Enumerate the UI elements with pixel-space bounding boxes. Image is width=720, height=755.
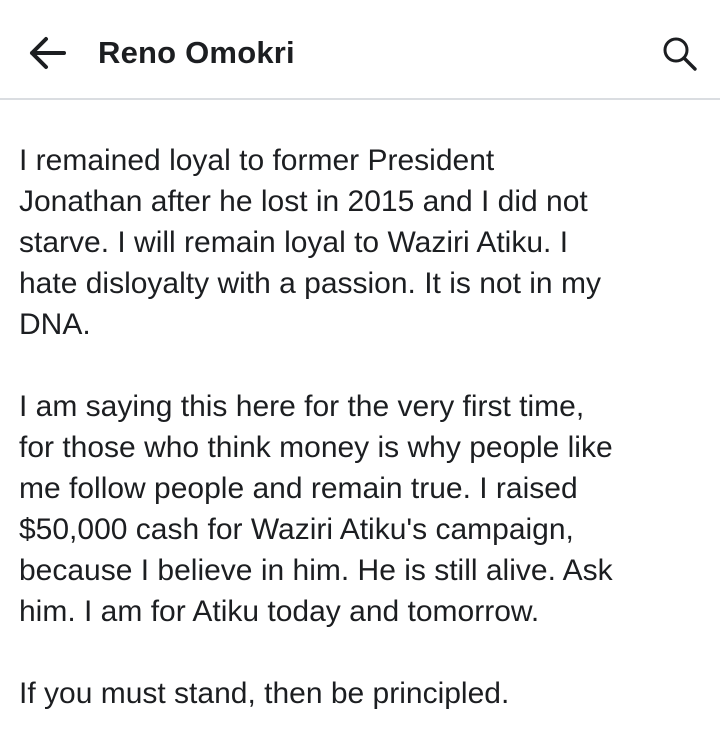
search-button[interactable]	[660, 34, 700, 74]
app-header: Reno Omokri	[0, 0, 720, 100]
post-body: I remained loyal to former President Jon…	[19, 140, 709, 755]
post-paragraph: I am saying this here for the very first…	[19, 390, 613, 628]
back-button[interactable]	[24, 30, 70, 76]
page-title: Reno Omokri	[98, 35, 295, 70]
post-paragraph: If you must stand, then be principled.	[19, 677, 510, 710]
post-paragraph: I remained loyal to former President Jon…	[19, 144, 601, 341]
search-icon	[663, 37, 697, 71]
arrow-left-icon	[30, 37, 66, 69]
